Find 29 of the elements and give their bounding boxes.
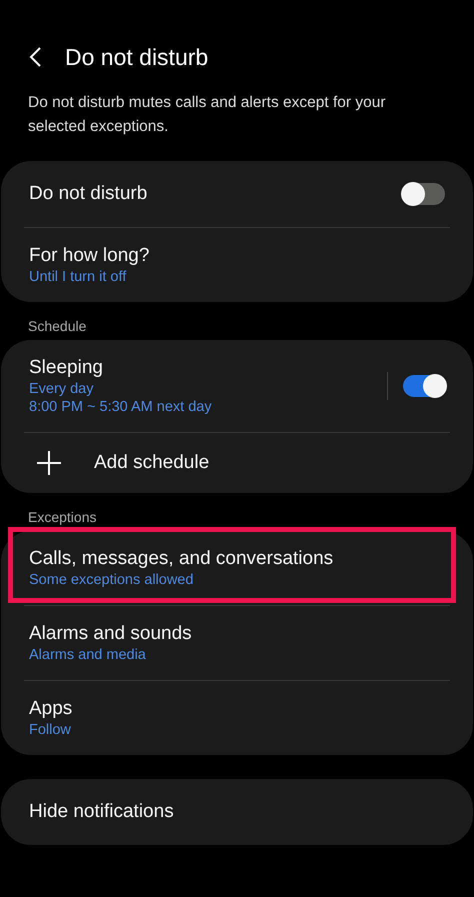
- settings-row[interactable]: Hide notifications: [1, 779, 473, 845]
- row-subtitle: 8:00 PM ~ 5:30 AM next day: [29, 398, 213, 416]
- settings-row[interactable]: Apps Follow: [1, 681, 473, 755]
- row-title: Add schedule: [94, 451, 210, 475]
- page-title: Do not disturb: [65, 44, 208, 70]
- row-title: Calls, messages, and conversations: [29, 547, 334, 571]
- section-header: Schedule: [27, 317, 88, 336]
- section-header: Exceptions: [27, 508, 98, 527]
- settings-row[interactable]: Alarms and sounds Alarms and media: [1, 606, 473, 680]
- row-title: Do not disturb: [29, 182, 148, 206]
- description-text: Do not disturb mutes calls and alerts except for your selected exceptions.: [27, 93, 387, 137]
- row-subtitle: Alarms and media: [29, 646, 147, 664]
- row-subtitle: Follow: [29, 721, 72, 739]
- row-title: Alarms and sounds: [29, 622, 193, 646]
- row-title: Apps: [29, 697, 74, 721]
- settings-row[interactable]: Sleeping Every day 8:00 PM ~ 5:30 AM next day: [1, 340, 473, 432]
- row-subtitle: Until I turn it off: [29, 268, 128, 286]
- settings-row[interactable]: For how long? Until I turn it off: [1, 228, 473, 302]
- row-subtitle: Some exceptions allowed: [29, 571, 194, 589]
- row-subtitle: Every day: [29, 380, 94, 398]
- settings-row[interactable]: Do not disturb: [1, 161, 473, 227]
- settings-row[interactable]: Add schedule: [1, 433, 473, 493]
- toggle-switch[interactable]: [403, 375, 445, 397]
- row-title: Sleeping: [29, 356, 104, 380]
- row-title: For how long?: [29, 244, 150, 268]
- plus-icon: [36, 450, 62, 476]
- row-title: Hide notifications: [29, 800, 175, 824]
- toggle-switch[interactable]: [403, 183, 445, 205]
- settings-row[interactable]: Calls, messages, and conversations Some exceptions allowed: [1, 531, 473, 605]
